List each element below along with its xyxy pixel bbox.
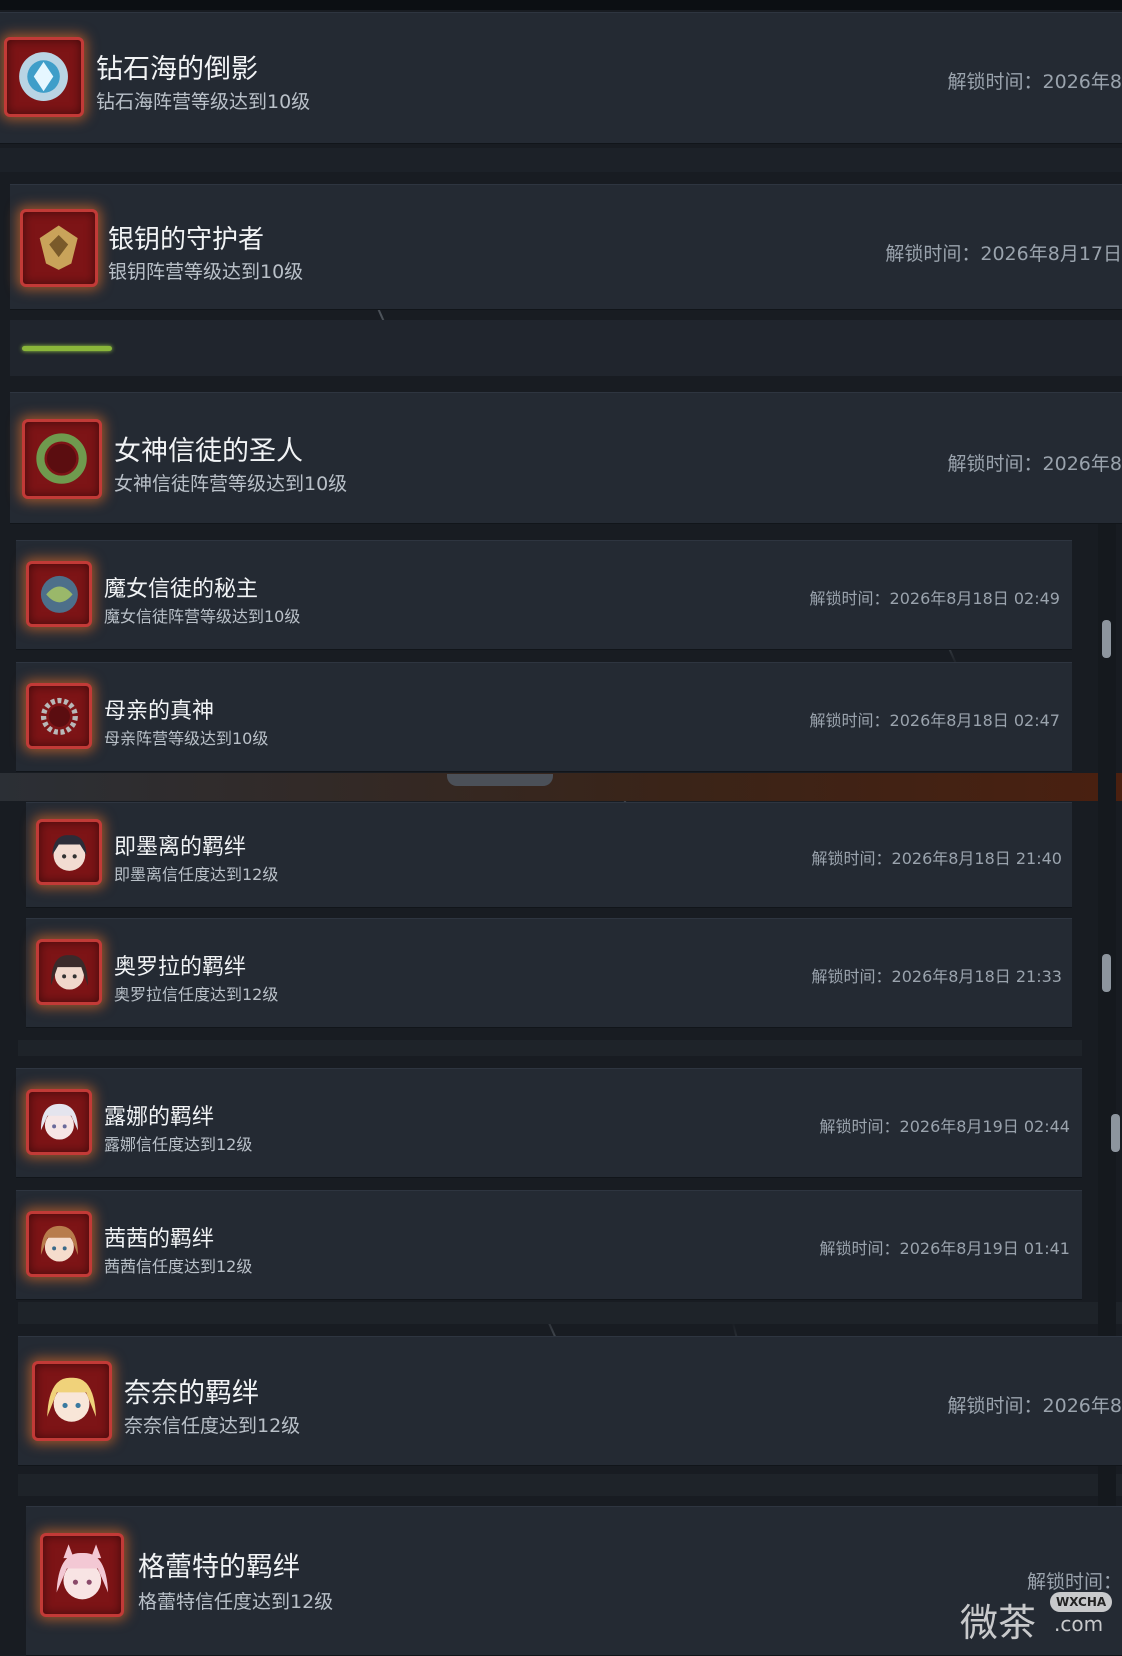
achievement-title: 魔女信徒的秘主 [104,577,259,602]
progress-glow-bar [10,320,1122,376]
unlock-time: 解锁时间：2026年8 [947,453,1122,475]
achievement-row[interactable]: 奥罗拉的羁绊 奥罗拉信任度达到12级 解锁时间：2026年8月18日 21:33 [26,918,1072,1028]
watermark-cn: 微茶 [960,1601,1037,1645]
achievement-desc: 茜茜信任度达到12级 [104,1257,253,1276]
achievement-badge [26,1211,92,1277]
achievement-desc: 银钥阵营等级达到10级 [108,261,304,283]
achievement-row[interactable]: 女神信徒的圣人 女神信徒阵营等级达到10级 解锁时间：2026年8 [10,392,1122,524]
green-streak [22,346,112,351]
achievement-desc: 奈奈信任度达到12级 [124,1415,301,1437]
achievement-row[interactable]: 即墨离的羁绊 即墨离信任度达到12级 解锁时间：2026年8月18日 21:40 [26,802,1072,908]
achievement-row[interactable]: 魔女信徒的秘主 魔女信徒阵营等级达到10级 解锁时间：2026年8月18日 02… [16,540,1072,650]
unlock-time: 解锁时间：2026年8 [947,1395,1122,1417]
scrollbar-thumb[interactable] [1111,1114,1120,1152]
thorn-wreath-icon [40,697,78,735]
seam-handle [447,774,553,786]
blue-globe-icon [40,575,78,613]
achievement-desc: 母亲阵营等级达到10级 [104,729,269,748]
achievement-desc: 格蕾特信任度达到12级 [138,1591,334,1613]
watermark-en: WXCHA [1050,1592,1113,1612]
screenshot-seam [0,773,1122,801]
achievement-badge [4,37,84,117]
achievement-title: 格蕾特的羁绊 [138,1552,300,1583]
achievement-badge [22,419,102,499]
achievement-desc: 奥罗拉信任度达到12级 [114,985,279,1004]
achievement-badge [32,1361,112,1441]
achievement-desc: 魔女信徒阵营等级达到10级 [104,607,301,626]
achievement-row[interactable]: 奈奈的羁绊 奈奈信任度达到12级 解锁时间：2026年8 [18,1336,1122,1466]
achievement-title: 女神信徒的圣人 [114,436,303,467]
unlock-time: 解锁时间：2026年8月17日 [885,243,1122,265]
scrollbar-thumb[interactable] [1102,954,1111,992]
achievement-title: 即墨离的羁绊 [114,835,247,860]
brown-haired-girl-avatar-icon [40,1225,78,1262]
unlock-time: 解锁时间：2026年8月18日 02:47 [809,711,1060,730]
unlock-time: 解锁时间：2026年8月18日 02:49 [809,589,1060,608]
golden-wolf-crest-icon [39,225,78,271]
divider [18,1302,1122,1324]
achievement-row[interactable]: 格蕾特的羁绊 格蕾特信任度达到12级 解锁时间： [26,1506,1122,1656]
achievement-desc: 女神信徒阵营等级达到10级 [114,473,348,495]
dark-haired-girl-avatar-icon [51,834,87,871]
achievement-desc: 钻石海阵营等级达到10级 [96,91,311,113]
divider [18,1474,1122,1496]
divider [18,1040,1082,1056]
achievement-badge [26,683,92,749]
white-haired-girl-avatar-icon [40,1103,78,1140]
achievement-badge [36,939,102,1005]
achievement-title: 钻石海的倒影 [96,54,258,85]
unlock-time: 解锁时间： [1026,1571,1122,1593]
achievement-desc: 即墨离信任度达到12级 [114,865,279,884]
unlock-time: 解锁时间：2026年8月18日 21:33 [811,967,1062,986]
dark-haired-woman-avatar-icon [50,954,88,990]
unlock-time: 解锁时间：2026年8 [947,71,1122,93]
achievement-title: 奥罗拉的羁绊 [114,955,247,980]
achievement-badge [20,209,98,287]
achievement-title: 露娜的羁绊 [104,1105,215,1130]
unlock-time: 解锁时间：2026年8月19日 01:41 [819,1239,1070,1258]
achievement-badge [26,1089,92,1155]
achievement-row[interactable]: 茜茜的羁绊 茜茜信任度达到12级 解锁时间：2026年8月19日 01:41 [16,1190,1082,1300]
achievement-badge [26,561,92,627]
unlock-time: 解锁时间：2026年8月19日 02:44 [819,1117,1070,1136]
watermark-dotcom: .com [1054,1612,1104,1636]
achievement-row[interactable]: 银钥的守护者 银钥阵营等级达到10级 解锁时间：2026年8月17日 [10,184,1122,310]
achievement-title: 茜茜的羁绊 [104,1227,215,1252]
achievement-title: 母亲的真神 [104,699,215,724]
achievement-title: 银钥的守护者 [108,225,265,255]
achievement-badge [40,1533,124,1617]
unlock-time: 解锁时间：2026年8月18日 21:40 [811,849,1062,868]
scrollbar-track[interactable] [1098,524,1116,1656]
pink-haired-girl-avatar-icon [56,1544,108,1600]
achievement-title: 奈奈的羁绊 [124,1378,259,1409]
achievement-row[interactable]: 露娜的羁绊 露娜信任度达到12级 解锁时间：2026年8月19日 02:44 [16,1068,1082,1178]
scrollbar-thumb[interactable] [1102,620,1111,658]
divider [0,0,1122,10]
achievement-row[interactable]: 钻石海的倒影 钻石海阵营等级达到10级 解锁时间：2026年8 [0,12,1122,144]
laurel-wreath-icon [36,433,88,485]
diamond-crest-icon [19,52,69,102]
achievement-desc: 露娜信任度达到12级 [104,1135,253,1154]
blonde-girl-avatar-icon [47,1378,97,1423]
achievement-badge [36,819,102,885]
achievement-row[interactable]: 母亲的真神 母亲阵营等级达到10级 解锁时间：2026年8月18日 02:47 [16,662,1072,772]
divider [0,148,1122,172]
